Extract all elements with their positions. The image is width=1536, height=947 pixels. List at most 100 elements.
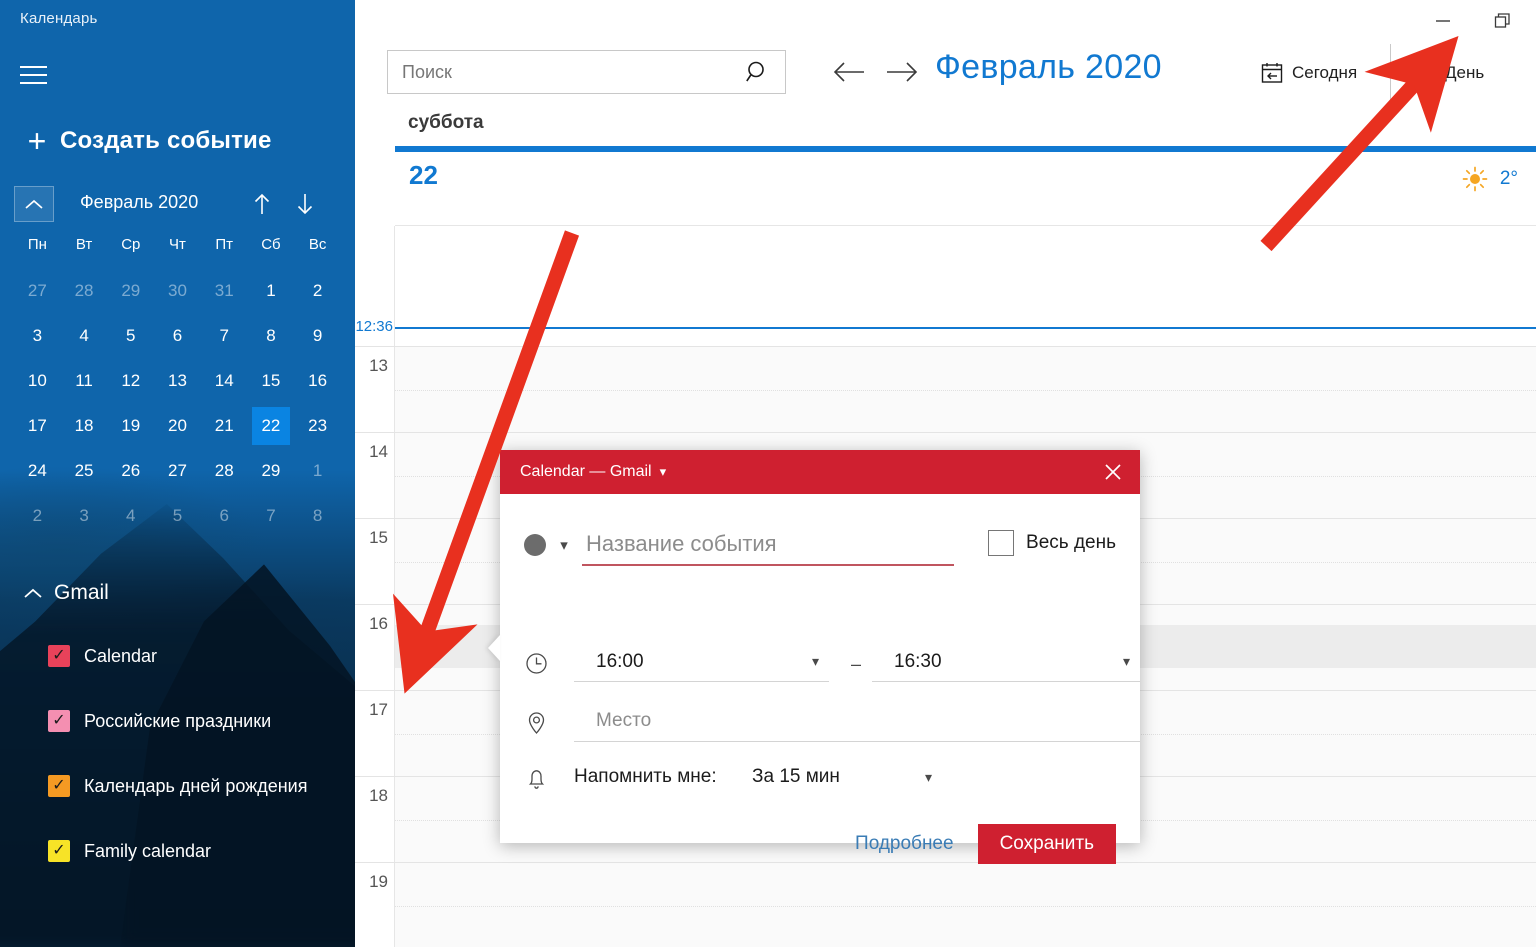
search-icon[interactable] [731,59,785,85]
hour-slot[interactable] [395,862,1536,947]
day-number: 22 [409,160,438,190]
calendar-checkbox[interactable]: ✓ [48,710,70,732]
calendar-list-item[interactable]: ✓ Calendar [48,639,157,673]
arrow-right-icon [887,62,918,82]
current-time-label: 12:36 [355,318,393,335]
mini-calendar-day[interactable]: 28 [201,448,248,493]
chevron-down-icon[interactable]: ▾ [546,536,582,554]
mini-calendar-day[interactable]: 23 [294,403,341,448]
save-button[interactable]: Сохранить [977,824,1116,864]
mini-calendar-weekday: Вс [308,236,327,253]
all-day-row[interactable]: 22 2° [395,152,1536,226]
event-start-time-select[interactable]: 16:00 ▾ [574,642,829,682]
event-color-dot[interactable] [524,534,546,556]
mini-calendar-day-today[interactable]: 22 [248,403,295,448]
mini-calendar-collapse-button[interactable] [14,186,54,222]
mini-calendar-day[interactable]: 5 [154,493,201,538]
mini-calendar-day[interactable]: 15 [248,358,295,403]
page-title: Февраль 2020 [935,48,1162,86]
calendar-list-item[interactable]: ✓ Календарь дней рождения [48,769,307,803]
day-view-button[interactable]: День [1413,56,1484,90]
calendar-list-item[interactable]: ✓ Российские праздники [48,704,271,738]
mini-calendar-day[interactable]: 31 [201,268,248,313]
chevron-down-icon[interactable]: ▾ [660,464,667,480]
mini-calendar-day[interactable]: 29 [248,448,295,493]
mini-calendar-day[interactable]: 1 [248,268,295,313]
event-place-field[interactable] [574,702,1140,742]
mini-calendar-day[interactable]: 25 [61,448,108,493]
hour-label: 14 [369,442,388,461]
create-event-button[interactable]: + Создать событие [14,118,344,164]
hour-label: 17 [369,700,388,719]
calendar-app-window: Календарь + Создать событие Февраль 2020 [0,0,1536,947]
mini-calendar-day[interactable]: 3 [14,313,61,358]
restore-button[interactable] [1480,0,1526,42]
mini-calendar-day[interactable]: 1 [294,448,341,493]
mini-calendar-day[interactable]: 6 [154,313,201,358]
mini-calendar-day[interactable]: 8 [294,493,341,538]
mini-calendar-prev-button[interactable] [245,188,279,220]
dialog-actions: Подробнее Сохранить [524,822,1116,866]
minimize-button[interactable] [1420,0,1466,42]
mini-calendar-day[interactable]: 21 [201,403,248,448]
hour-label: 19 [369,872,388,891]
previous-period-button[interactable] [827,50,871,94]
mini-calendar-day[interactable]: 28 [61,268,108,313]
more-details-link[interactable]: Подробнее [851,827,958,861]
chevron-up-icon [25,199,43,209]
today-button-label: Сегодня [1292,63,1358,82]
hour-label: 15 [369,528,388,547]
mini-calendar-day[interactable]: 27 [154,448,201,493]
event-end-time-select[interactable]: 16:30 ▾ [872,642,1140,682]
mini-calendar-day[interactable]: 18 [61,403,108,448]
today-button[interactable]: Сегодня [1260,56,1357,90]
mini-calendar-day[interactable]: 14 [201,358,248,403]
mini-calendar-day[interactable]: 13 [154,358,201,403]
mini-calendar-day[interactable]: 19 [107,403,154,448]
calendar-list-item[interactable]: ✓ Family calendar [48,834,211,868]
event-place-input[interactable] [574,702,1140,740]
mini-calendar-day[interactable]: 8 [248,313,295,358]
mini-calendar-day[interactable]: 2 [294,268,341,313]
mini-calendar-day[interactable]: 29 [107,268,154,313]
next-period-button[interactable] [880,50,924,94]
create-event-label: Создать событие [60,127,272,154]
mini-calendar-day[interactable]: 4 [61,313,108,358]
mini-calendar-day[interactable]: 20 [154,403,201,448]
hour-slot[interactable] [395,346,1536,432]
mini-calendar-weekday: Вт [75,236,93,253]
mini-calendar-day[interactable]: 24 [14,448,61,493]
mini-calendar-day[interactable]: 11 [61,358,108,403]
close-icon[interactable] [1086,450,1140,494]
all-day-checkbox[interactable]: Весь день [988,530,1116,556]
mini-calendar-day[interactable]: 12 [107,358,154,403]
mini-calendar-day[interactable]: 26 [107,448,154,493]
toolbar-separator [1390,44,1391,100]
mini-calendar-next-button[interactable] [288,188,322,220]
mini-calendar-day[interactable]: 3 [61,493,108,538]
mini-calendar-week-row: 2345678 [14,493,341,538]
hamburger-icon[interactable] [18,56,58,94]
mini-calendar-day[interactable]: 10 [14,358,61,403]
mini-calendar-day[interactable]: 2 [14,493,61,538]
all-day-checkbox-box[interactable] [988,530,1015,556]
mini-calendar-day[interactable]: 5 [107,313,154,358]
calendar-checkbox[interactable]: ✓ [48,645,70,667]
mini-calendar-day[interactable]: 4 [107,493,154,538]
search-box[interactable] [387,50,786,94]
mini-calendar-day[interactable]: 30 [154,268,201,313]
event-title-input[interactable] [582,524,954,566]
account-header-gmail[interactable]: Gmail [16,575,109,611]
search-input[interactable] [388,51,731,93]
calendar-checkbox[interactable]: ✓ [48,840,70,862]
mini-calendar-day[interactable]: 7 [201,313,248,358]
calendar-checkbox[interactable]: ✓ [48,775,70,797]
mini-calendar-day[interactable]: 6 [201,493,248,538]
mini-calendar-day[interactable]: 16 [294,358,341,403]
mini-calendar-day[interactable]: 9 [294,313,341,358]
mini-calendar-day[interactable]: 17 [14,403,61,448]
app-title: Календарь [20,10,98,27]
reminder-select[interactable]: За 15 мин ▾ [752,760,952,794]
mini-calendar-day[interactable]: 7 [248,493,295,538]
mini-calendar-day[interactable]: 27 [14,268,61,313]
